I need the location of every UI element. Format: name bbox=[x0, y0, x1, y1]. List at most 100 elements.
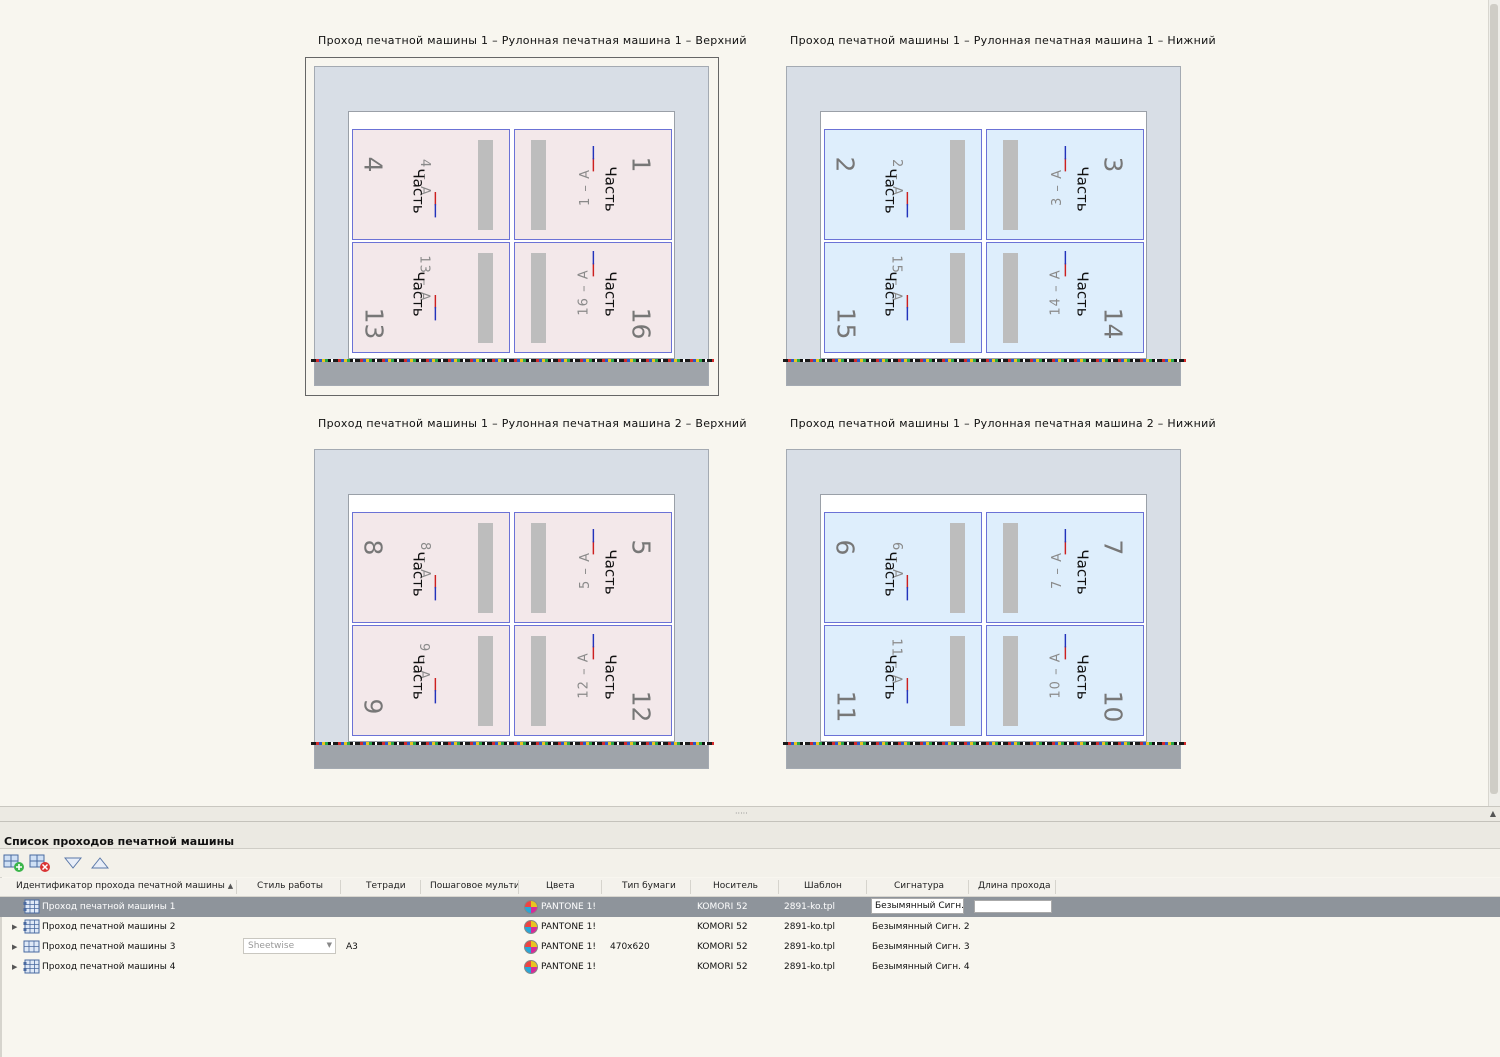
page-cell[interactable]: 15 15 – A Часть | | bbox=[824, 242, 982, 353]
expand-arrow-icon[interactable]: ▶ bbox=[12, 943, 17, 951]
page-cell[interactable]: 11 11 – A Часть | | bbox=[824, 625, 982, 736]
col-header-notebooks[interactable]: Тетради bbox=[366, 881, 406, 891]
page-cell[interactable]: 1 1 – A Часть | | bbox=[514, 129, 672, 240]
page-cell[interactable]: 12 12 – A Часть | | bbox=[514, 625, 672, 736]
gripper-margin bbox=[787, 742, 1180, 768]
page-cell[interactable]: 5 5 – A Часть | | bbox=[514, 512, 672, 623]
panel-splitter[interactable]: ····· ▲ bbox=[0, 807, 1500, 822]
page-id: 16 – A bbox=[576, 269, 592, 316]
blue-mark: | bbox=[591, 528, 596, 543]
page-cell[interactable]: 13 13 – A Часть | | bbox=[352, 242, 510, 353]
col-divider[interactable] bbox=[690, 880, 691, 894]
remove-press-run-button[interactable] bbox=[29, 853, 51, 873]
page-cell[interactable]: 3 3 – A Часть | | bbox=[986, 129, 1144, 240]
triangle-down-icon bbox=[64, 857, 82, 869]
blue-mark: | bbox=[1063, 145, 1068, 160]
run-paper-type: 470x620 bbox=[610, 942, 650, 952]
col-header-paper-type[interactable]: Тип бумаги bbox=[622, 881, 676, 891]
work-style-value: Sheetwise bbox=[248, 941, 295, 951]
col-divider[interactable] bbox=[778, 880, 779, 894]
table-row[interactable]: ▶ Проход печатной машины 4 PANTONE 1! KO… bbox=[0, 957, 1500, 977]
glue-area bbox=[478, 523, 493, 613]
imposition-canvas[interactable]: Проход печатной машины 1 – Рулонная печа… bbox=[0, 0, 1500, 806]
press-sheet-2[interactable]: 2 2 – A Часть | | 3 3 – A Часть | | 15 1… bbox=[783, 66, 1186, 386]
table-row[interactable]: ▶ Проход печатной машины 2 PANTONE 1! KO… bbox=[0, 917, 1500, 937]
col-divider[interactable] bbox=[968, 880, 969, 894]
col-header-style[interactable]: Стиль работы bbox=[257, 881, 323, 891]
blue-mark: | bbox=[905, 586, 910, 601]
run-template: 2891-ko.tpl bbox=[784, 962, 835, 972]
page-id: 10 – A bbox=[1048, 652, 1064, 699]
color-bar bbox=[311, 742, 714, 745]
page-cell[interactable]: 14 14 – A Часть | | bbox=[986, 242, 1144, 353]
col-divider[interactable] bbox=[866, 880, 867, 894]
page-cell[interactable]: 4 4 – A Часть | | bbox=[352, 129, 510, 240]
blue-mark: | bbox=[1063, 633, 1068, 648]
page-label: Часть bbox=[881, 551, 900, 597]
col-divider[interactable] bbox=[340, 880, 341, 894]
page-cell[interactable]: 9 9 – A Часть | | bbox=[352, 625, 510, 736]
run-id: Проход печатной машины 3 bbox=[42, 942, 176, 952]
expand-arrow-icon[interactable]: ▶ bbox=[12, 923, 17, 931]
page-cell[interactable]: 10 10 – A Часть | | bbox=[986, 625, 1144, 736]
page-id: 7 – A bbox=[1049, 552, 1065, 589]
scrollbar-thumb[interactable] bbox=[1490, 4, 1498, 794]
add-grid-icon bbox=[3, 854, 24, 872]
table-row[interactable]: Проход печатной машины 1 PANTONE 1! KOMO… bbox=[0, 897, 1500, 917]
collapse-arrow-icon[interactable]: ▲ bbox=[1490, 809, 1496, 818]
col-header-id[interactable]: Идентификатор прохода печатной машины ▲ bbox=[16, 881, 233, 891]
page-number: 4 bbox=[358, 156, 388, 173]
blue-mark: | bbox=[433, 586, 438, 601]
table-row[interactable]: ▶ Проход печатной машины 3 Sheetwise ▼ A3… bbox=[0, 937, 1500, 957]
color-bar bbox=[783, 359, 1186, 362]
move-up-button[interactable] bbox=[89, 853, 111, 873]
col-header-signature[interactable]: Сигнатура bbox=[894, 881, 944, 891]
sheet-title: Проход печатной машины 1 – Рулонная печа… bbox=[790, 417, 1217, 430]
col-header-carrier[interactable]: Носитель bbox=[713, 881, 758, 891]
page-cell[interactable]: 8 8 – A Часть | | bbox=[352, 512, 510, 623]
col-header-step-multi[interactable]: Пошаговое мульти bbox=[430, 881, 520, 891]
glue-area bbox=[478, 140, 493, 230]
page-cell[interactable]: 6 6 – A Часть | | bbox=[824, 512, 982, 623]
col-header-template[interactable]: Шаблон bbox=[804, 881, 842, 891]
plate-area: 8 8 – A Часть | | 5 5 – A Часть | | 9 9 … bbox=[348, 494, 675, 742]
run-id: Проход печатной машины 4 bbox=[42, 962, 176, 972]
page-label: Часть bbox=[1073, 549, 1092, 595]
page-number: 12 bbox=[626, 690, 656, 723]
expand-arrow-icon[interactable]: ▶ bbox=[12, 963, 17, 971]
col-divider[interactable] bbox=[1055, 880, 1056, 894]
blue-mark: | bbox=[433, 203, 438, 218]
col-divider[interactable] bbox=[236, 880, 237, 894]
page-label: Часть bbox=[409, 654, 428, 700]
color-bar bbox=[311, 359, 714, 362]
col-divider[interactable] bbox=[518, 880, 519, 894]
page-cell[interactable]: 7 7 – A Часть | | bbox=[986, 512, 1144, 623]
col-divider[interactable] bbox=[420, 880, 421, 894]
work-style-select[interactable]: Sheetwise ▼ bbox=[243, 938, 336, 954]
press-sheet-1[interactable]: 4 4 – A Часть | | 1 1 – A Часть | | 13 1… bbox=[311, 66, 714, 386]
run-length-input[interactable] bbox=[974, 900, 1052, 913]
page-id: 14 – A bbox=[1048, 269, 1064, 316]
page-cell[interactable]: 2 2 – A Часть | | bbox=[824, 129, 982, 240]
press-sheet-3[interactable]: 8 8 – A Часть | | 5 5 – A Часть | | 9 9 … bbox=[311, 449, 714, 769]
page-label: Часть bbox=[1073, 654, 1092, 700]
col-header-run-length[interactable]: Длина прохода bbox=[978, 881, 1051, 891]
page-label: Часть bbox=[881, 168, 900, 214]
page-label: Часть bbox=[409, 168, 428, 214]
move-down-button[interactable] bbox=[62, 853, 84, 873]
page-label: Часть bbox=[601, 271, 620, 317]
glue-area bbox=[531, 523, 546, 613]
sheet-title: Проход печатной машины 1 – Рулонная печа… bbox=[790, 34, 1217, 47]
col-divider[interactable] bbox=[601, 880, 602, 894]
page-number: 10 bbox=[1098, 690, 1128, 723]
blue-mark: | bbox=[1063, 528, 1068, 543]
signature-edit-field[interactable]: Безымянный Сигн. 1 bbox=[871, 898, 964, 914]
press-run-grid-icon bbox=[23, 940, 40, 953]
add-press-run-button[interactable] bbox=[3, 853, 25, 873]
gripper-margin bbox=[315, 359, 708, 385]
page-cell[interactable]: 16 16 – A Часть | | bbox=[514, 242, 672, 353]
col-header-colors[interactable]: Цвета bbox=[546, 881, 575, 891]
plate-area: 2 2 – A Часть | | 3 3 – A Часть | | 15 1… bbox=[820, 111, 1147, 359]
press-sheet-4[interactable]: 6 6 – A Часть | | 7 7 – A Часть | | 11 1… bbox=[783, 449, 1186, 769]
blue-mark: | bbox=[433, 306, 438, 321]
